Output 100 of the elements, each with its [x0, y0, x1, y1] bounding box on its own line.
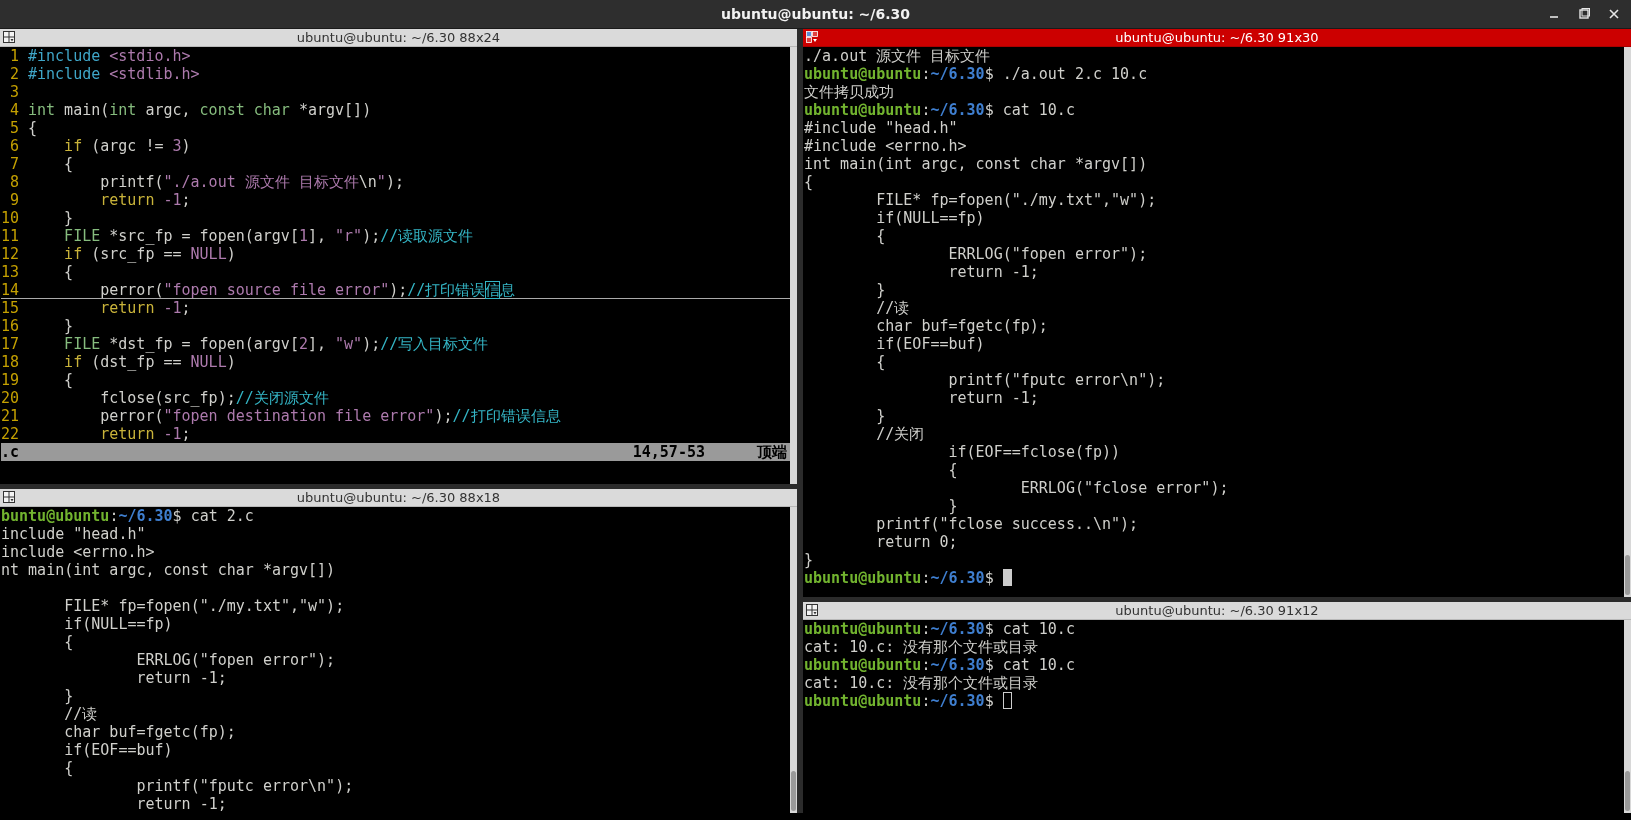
- line-number: 6: [8, 137, 20, 155]
- terminal-line: }: [875, 407, 886, 425]
- terminal-line: printf("fclose success..\n");: [875, 515, 1139, 533]
- scrollbar[interactable]: [1624, 47, 1631, 597]
- terminal-line: if(EOF==buf): [63, 741, 173, 759]
- terminal-line: if(EOF==fclose(fp)): [947, 443, 1121, 461]
- line-number: 11: [1, 227, 21, 245]
- terminal-line: }: [947, 497, 958, 515]
- scroll-position: 顶端: [757, 443, 787, 461]
- terminal-line: #include "head.h": [804, 119, 958, 137]
- terminal-line: {: [804, 173, 814, 191]
- window-title: ubuntu@ubuntu: ~/6.30: [721, 6, 910, 22]
- code-line: if (argc != 3): [63, 137, 192, 155]
- terminal-line: include "head.h": [1, 525, 146, 543]
- grid-icon[interactable]: [806, 604, 819, 617]
- code-line: return -1;: [99, 299, 192, 317]
- code-line: if (dst_fp == NULL): [63, 353, 237, 371]
- pane-title: ubuntu@ubuntu: ~/6.30 91x30: [1115, 29, 1319, 46]
- line-number: 20: [1, 389, 21, 407]
- code-line: {: [63, 263, 75, 281]
- terminal-line: return -1;: [947, 263, 1039, 281]
- terminal-line: buntu@ubuntu:~/6.30$ cat 2.c: [1, 507, 254, 525]
- line-number: 18: [1, 353, 21, 371]
- terminal-line: {: [875, 353, 886, 371]
- terminal-line: int main(int argc, const char *argv[]): [804, 155, 1148, 173]
- line-number: 17: [1, 335, 21, 353]
- line-number: 7: [8, 155, 20, 173]
- terminal-line: {: [875, 227, 886, 245]
- terminal-line: ubuntu@ubuntu:~/6.30$: [804, 569, 994, 587]
- line-number: 22: [1, 425, 21, 443]
- code-line: printf("./a.out 源文件 目标文件\n");: [99, 173, 405, 191]
- terminal-line: cat: 10.c: 没有那个文件或目录: [804, 674, 1039, 692]
- code-line: if (src_fp == NULL): [63, 245, 237, 263]
- terminal-line: ./a.out 源文件 目标文件: [804, 47, 991, 65]
- terminal-line: ubuntu@ubuntu:~/6.30$ ./a.out 2.c 10.c: [804, 65, 1148, 83]
- terminal-line: {: [63, 633, 74, 651]
- terminal-line: ubuntu@ubuntu:~/6.30$: [804, 692, 994, 710]
- line-number: 16: [1, 317, 21, 335]
- line-number: 15: [1, 299, 21, 317]
- file-name: .c: [1, 443, 20, 461]
- line-number: 12: [1, 245, 21, 263]
- terminal-line: nt main(int argc, const char *argv[]): [1, 561, 336, 579]
- pane-title: ubuntu@ubuntu: ~/6.30 88x18: [296, 489, 501, 506]
- terminal-line: //关闭: [875, 425, 925, 443]
- code-line: return -1;: [99, 425, 192, 443]
- line-number: 21: [1, 407, 21, 425]
- terminal-line: return 0;: [875, 533, 958, 551]
- terminal-line: cat: 10.c: 没有那个文件或目录: [804, 638, 1039, 656]
- terminal-line: return -1;: [947, 389, 1039, 407]
- pane-title: ubuntu@ubuntu: ~/6.30 91x12: [1115, 602, 1319, 619]
- grid-icon[interactable]: [806, 31, 819, 44]
- terminal-line: char buf=fgetc(fp);: [63, 723, 236, 741]
- terminal-line: printf("fputc error\n");: [947, 371, 1166, 389]
- code-line: int main(int argc, const char *argv[]): [28, 101, 373, 119]
- terminal-line: }: [875, 281, 886, 299]
- terminal-line: FILE* fp=fopen("./my.txt","w");: [63, 597, 345, 615]
- line-number: 10: [1, 209, 21, 227]
- terminal-line: ERRLOG("fclose error");: [1019, 479, 1229, 497]
- line-number: 13: [1, 263, 21, 281]
- grid-icon[interactable]: [3, 31, 16, 44]
- terminal-line: return -1;: [135, 795, 227, 813]
- code-line: #include <stdio.h>: [28, 47, 192, 65]
- line-number: 1: [8, 47, 20, 65]
- terminal-line: //读: [63, 705, 98, 723]
- terminal-line: return -1;: [135, 669, 227, 687]
- terminal-line: {: [63, 759, 74, 777]
- scrollbar[interactable]: [1624, 620, 1631, 813]
- terminal-line: {: [947, 461, 958, 479]
- line-number: 3: [8, 83, 20, 101]
- scrollbar[interactable]: [790, 507, 797, 813]
- pane-title: ubuntu@ubuntu: ~/6.30 88x24: [296, 29, 501, 46]
- grid-icon[interactable]: [3, 491, 16, 504]
- terminal-line: ubuntu@ubuntu:~/6.30$ cat 10.c: [804, 101, 1075, 119]
- code-line: FILE *dst_fp = fopen(argv[2], "w");//写入目标文件: [63, 335, 490, 353]
- code-line: return -1;: [99, 191, 192, 209]
- scrollbar[interactable]: [790, 47, 797, 484]
- line-number: 4: [8, 101, 20, 119]
- terminal-line: }: [804, 551, 814, 569]
- line-number: 5: [8, 119, 20, 137]
- terminal-line: ubuntu@ubuntu:~/6.30$ cat 10.c: [804, 620, 1075, 638]
- line-number: 2: [8, 65, 20, 83]
- terminal-line: ERRLOG("fopen error");: [947, 245, 1148, 263]
- terminal-line: printf("fputc error\n");: [135, 777, 354, 795]
- code-line: fclose(src_fp);//关闭源文件: [99, 389, 330, 407]
- code-line: #include <stdlib.h>: [28, 65, 201, 83]
- line-number: 19: [1, 371, 21, 389]
- code-line: FILE *src_fp = fopen(argv[1], "r");//读取源文件: [63, 227, 475, 245]
- code-line: }: [63, 209, 75, 227]
- terminal-line: ubuntu@ubuntu:~/6.30$ cat 10.c: [804, 656, 1075, 674]
- code-line: {: [63, 155, 75, 173]
- terminal-line: if(EOF==buf): [875, 335, 985, 353]
- code-line: {: [28, 119, 39, 137]
- terminal-line: if(NULL==fp): [875, 209, 985, 227]
- terminal-line: 文件拷贝成功: [804, 83, 894, 101]
- code-line: }: [63, 317, 75, 335]
- terminal-line: #include <errno.h>: [804, 137, 967, 155]
- terminal-line: include <errno.h>: [1, 543, 155, 561]
- code-line: perror("fopen destination file error");//打印错误信息: [99, 407, 562, 425]
- terminal-line: FILE* fp=fopen("./my.txt","w");: [875, 191, 1157, 209]
- terminal-line: //读: [875, 299, 910, 317]
